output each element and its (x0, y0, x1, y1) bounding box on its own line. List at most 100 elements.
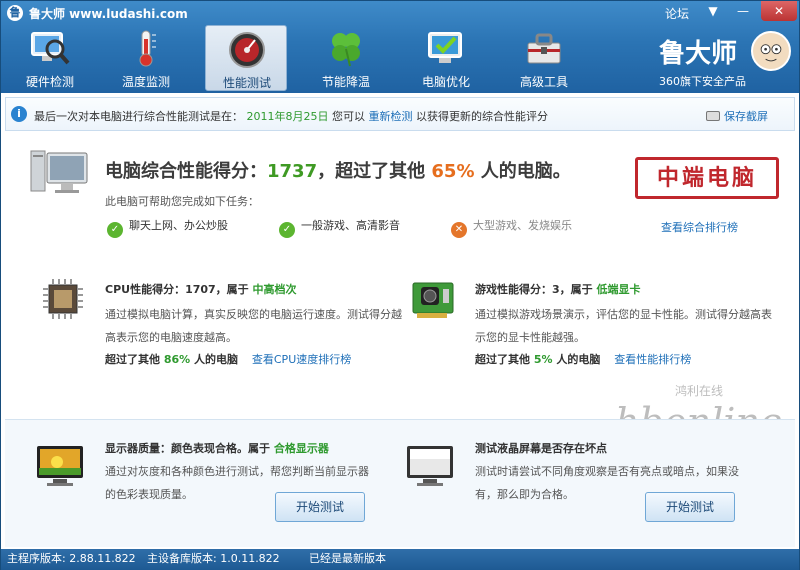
monitor-flower-icon (37, 446, 83, 486)
graphics-card-icon (412, 282, 454, 318)
display-quality-text: 显示器质量：颜色表现合格。属于 (105, 442, 270, 455)
info-icon: i (11, 106, 27, 122)
tab-label: 性能测试 (222, 76, 271, 90)
main-version: 主程序版本: 2.88.11.822 (7, 552, 136, 565)
main-panel: 电脑综合性能得分：1737，超过了其他 65% 人的电脑。 中端电脑 此电脑可帮… (5, 135, 795, 467)
status-bar: 主程序版本: 2.88.11.822 主设备库版本: 1.0.11.822 已经… (1, 549, 799, 570)
game-foot-prefix: 超过了其他 (475, 353, 530, 366)
task-item: ✓ 聊天上网、办公炒股 (107, 217, 228, 238)
speedometer-icon (229, 32, 265, 68)
header: 鲁 鲁大师 www.ludashi.com 论坛 ▼ — ✕ 硬件检测 温度监测… (1, 1, 799, 93)
task-label: 一般游戏、高清影音 (301, 219, 400, 232)
brand-subtitle: 360旗下安全产品 (659, 75, 746, 88)
info-mid: 您可以 (332, 110, 365, 123)
cpu-section: CPU性能得分：1707，属于 中高档次 通过模拟电脑计算，真实反映您的电脑运行… (43, 277, 455, 377)
cpu-foot-suffix: 人的电脑 (194, 353, 239, 366)
cross-icon: ✕ (451, 222, 467, 238)
tab-advanced-tools[interactable]: 高级工具 (503, 25, 585, 91)
overall-ranking-link[interactable]: 查看综合排行榜 (661, 219, 738, 235)
game-ranking-link[interactable]: 查看性能排行榜 (614, 353, 691, 366)
tab-label: 高级工具 (519, 75, 568, 89)
overall-percent-value: 65% (431, 161, 475, 182)
camera-icon (706, 111, 720, 121)
overall-score-value: 1737 (267, 161, 318, 182)
check-icon: ✓ (107, 222, 123, 238)
game-percent: 5% (533, 353, 553, 366)
display-level: 合格显示器 (273, 442, 329, 455)
last-test-info: 最后一次对本电脑进行综合性能测试是在： 2011年8月25日 您可以 重新检测 … (34, 108, 548, 124)
info-bar: i 最后一次对本电脑进行综合性能测试是在： 2011年8月25日 您可以 重新检… (5, 97, 795, 131)
tab-label: 电脑优化 (421, 75, 470, 89)
task-label: 聊天上网、办公炒股 (129, 219, 228, 232)
minimize-button[interactable]: — (729, 1, 757, 21)
forum-link[interactable]: 论坛 (665, 5, 689, 22)
computer-icon (30, 150, 88, 193)
game-score-text: 游戏性能得分：3，属于 (475, 283, 593, 296)
watermark-cn: 鸿利在线 (675, 384, 723, 398)
tab-energy-saving[interactable]: 节能降温 (305, 25, 387, 91)
score-prefix: 电脑综合性能得分： (105, 161, 267, 182)
cpu-score-title: CPU性能得分：1707，属于 中高档次 (105, 281, 297, 297)
thermometer-icon (139, 30, 156, 67)
score-mid: ，超过了其他 (317, 161, 426, 182)
mascot-avatar-icon (751, 31, 791, 71)
lcd-dead-pixel-section: 测试液晶屏幕是否存在坏点 测试时请尝试不同角度观察是否有亮点或暗点，如果没有，那… (407, 438, 800, 538)
task-label: 大型游戏、发烧娱乐 (473, 219, 572, 232)
magnifier-monitor-icon (31, 32, 70, 65)
info-prefix: 最后一次对本电脑进行综合性能测试是在： (34, 110, 243, 123)
brand-block: 鲁大师 360旗下安全产品 (651, 31, 791, 89)
game-description: 通过模拟游戏场景演示，评估您的显卡性能。测试得分越高表示您的显卡性能越强。 (475, 308, 772, 344)
toolbox-icon (527, 33, 561, 64)
tab-label: 温度监测 (121, 75, 170, 89)
game-foot-suffix: 人的电脑 (556, 353, 601, 366)
db-version: 主设备库版本: 1.0.11.822 (147, 552, 280, 565)
main-window: 鲁 鲁大师 www.ludashi.com 论坛 ▼ — ✕ 硬件检测 温度监测… (0, 0, 800, 570)
start-display-test-button[interactable]: 开始测试 (275, 492, 365, 522)
cpu-footer: 超过了其他 86% 人的电脑 查看CPU速度排行榜 (105, 351, 351, 367)
monitor-icon (407, 446, 453, 486)
last-test-date: 2011年8月25日 (246, 110, 329, 123)
cpu-description: 通过模拟电脑计算，真实反映您的电脑运行速度。测试得分越高表示您的电脑速度越高。 (105, 308, 402, 344)
task-item: ✓ 一般游戏、高清影音 (279, 217, 400, 238)
cpu-percent: 86% (163, 353, 191, 366)
save-screenshot-label: 保存截屏 (724, 110, 768, 123)
bottom-panel: 显示器质量：颜色表现合格。属于 合格显示器 通过对灰度和各种颜色进行测试，帮您判… (5, 419, 795, 547)
check-icon: ✓ (279, 222, 295, 238)
cpu-level: 中高档次 (252, 283, 297, 296)
cpu-chip-icon (43, 279, 83, 319)
game-score-title: 游戏性能得分：3，属于 低端显卡 (475, 281, 641, 297)
title-bar: 鲁 鲁大师 www.ludashi.com 论坛 ▼ — ✕ (1, 1, 799, 25)
cpu-score-text: CPU性能得分：1707，属于 (105, 283, 249, 296)
retest-link[interactable]: 重新检测 (369, 110, 413, 123)
close-button[interactable]: ✕ (761, 1, 797, 21)
app-logo-icon: 鲁 (7, 5, 23, 21)
tab-temperature[interactable]: 温度监测 (105, 25, 187, 91)
cpu-ranking-link[interactable]: 查看CPU速度排行榜 (252, 353, 351, 366)
monitor-check-icon (428, 32, 462, 63)
tab-pc-optimize[interactable]: 电脑优化 (405, 25, 487, 91)
menu-dropdown-button[interactable]: ▼ (699, 1, 727, 21)
window-title: 鲁大师 www.ludashi.com (29, 7, 188, 21)
brand-name: 鲁大师 (659, 39, 738, 69)
tab-hardware-detect[interactable]: 硬件检测 (9, 25, 91, 91)
info-suffix: 以获得更新的综合性能评分 (416, 110, 548, 123)
task-intro: 此电脑可帮助您完成如下任务： (105, 195, 259, 208)
main-tabs: 硬件检测 温度监测 性能测试 节能降温 电脑优化 高级工具 (9, 25, 579, 91)
tab-performance-test[interactable]: 性能测试 (205, 25, 287, 91)
clover-icon (332, 33, 360, 67)
lcd-test-title: 测试液晶屏幕是否存在坏点 (475, 442, 607, 455)
update-status: 已经是最新版本 (309, 552, 386, 565)
save-screenshot-link[interactable]: 保存截屏 (706, 108, 768, 124)
task-item: ✕ 大型游戏、发烧娱乐 (451, 217, 572, 238)
game-footer: 超过了其他 5% 人的电脑 查看性能排行榜 (475, 351, 691, 367)
tab-label: 节能降温 (321, 75, 370, 89)
game-level: 低端显卡 (596, 283, 641, 296)
game-section: 游戏性能得分：3，属于 低端显卡 通过模拟游戏场景演示，评估您的显卡性能。测试得… (412, 277, 800, 377)
tab-label: 硬件检测 (25, 75, 74, 89)
overall-score-title: 电脑综合性能得分：1737，超过了其他 65% 人的电脑。 (105, 157, 571, 183)
cpu-foot-prefix: 超过了其他 (105, 353, 160, 366)
level-stamp: 中端电脑 (635, 157, 779, 199)
display-quality-title: 显示器质量：颜色表现合格。属于 合格显示器 (105, 440, 329, 456)
start-lcd-test-button[interactable]: 开始测试 (645, 492, 735, 522)
score-suffix: 人的电脑。 (480, 161, 571, 182)
